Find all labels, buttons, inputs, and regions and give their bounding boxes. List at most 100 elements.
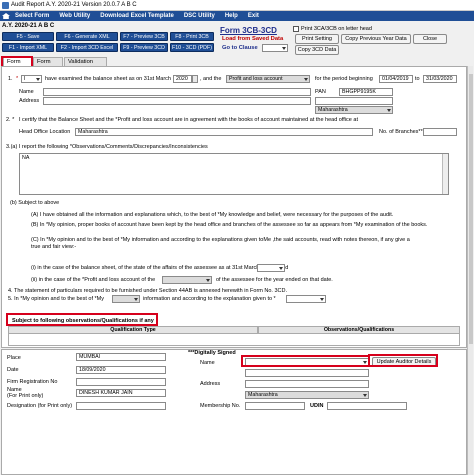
qualifications-grid-body[interactable]: [8, 334, 460, 346]
clause-ii-text: (ii) in the case of the *Profit and loss…: [31, 277, 156, 283]
save-button[interactable]: F5 - Save: [2, 32, 54, 41]
section5-select-2[interactable]: [286, 295, 326, 303]
section2-text: I certify that the Balance Sheet and the…: [19, 117, 358, 123]
period-to-label: to: [415, 76, 420, 82]
balance-year-input[interactable]: 2020: [173, 75, 192, 83]
membership-label: Membership No.: [200, 403, 241, 409]
clause-ii-tail: of the assessee for the year ended on th…: [216, 277, 333, 283]
year-spinner[interactable]: [192, 75, 198, 83]
auditor-address-label: Address: [200, 381, 221, 387]
date-label: Date: [7, 367, 19, 373]
pan-input[interactable]: BHGPP9195K: [339, 88, 393, 96]
menu-web-utility[interactable]: Web Utility: [54, 11, 95, 21]
clause-a-text: (A) I have obtained all the information …: [31, 212, 394, 218]
udin-input[interactable]: [327, 402, 407, 410]
form-3cb-panel: 1. * I have examined the balance sheet a…: [1, 66, 467, 348]
menu-help[interactable]: Help: [220, 11, 243, 21]
auditor-address-input[interactable]: [245, 380, 369, 388]
chevron-down-icon: [320, 298, 324, 301]
chevron-down-icon: [304, 78, 308, 81]
go-to-clause-select[interactable]: [262, 44, 288, 52]
chevron-down-icon: [282, 47, 286, 50]
date-input[interactable]: 18/09/2020: [76, 366, 166, 374]
period-to-input[interactable]: 31/03/2020: [423, 75, 457, 83]
place-input[interactable]: MUMBAI: [76, 353, 166, 361]
chevron-down-icon: [36, 78, 40, 81]
section5-text-a: 5. In *My opinion and to the best of *My: [8, 296, 105, 302]
chevron-down-icon: [134, 298, 138, 301]
menu-bar: Select Form Web Utility Download Excel T…: [0, 11, 474, 21]
preview-3cb-button[interactable]: F7 - Preview 3CB: [120, 32, 168, 41]
designation-input[interactable]: [76, 402, 166, 410]
load-saved-data-link[interactable]: Load from Saved Data: [222, 36, 283, 42]
frn-label: Firm Registration No: [7, 379, 58, 385]
print-name-input[interactable]: DINESH KUMAR JAIN: [76, 389, 166, 397]
scrollbar-thumb[interactable]: [469, 74, 473, 344]
section5-text-b: information and according to the explana…: [143, 296, 276, 302]
chevron-down-icon: [363, 394, 367, 397]
assessee-name-input[interactable]: [43, 88, 311, 96]
letterhead-checkbox[interactable]: [293, 26, 299, 32]
copy-3cd-button[interactable]: Copy 3CD Data: [295, 45, 339, 55]
subject-above-label: (b) Subject to above: [10, 200, 60, 206]
branches-input[interactable]: [423, 128, 457, 136]
assessment-year-label: A.Y. 2020-21 A B C: [2, 23, 55, 29]
clause-c-text: (C) In *My opinion and to the best of *M…: [31, 237, 410, 243]
menu-download-template[interactable]: Download Excel Template: [95, 11, 179, 21]
period-from-input[interactable]: 01/04/2019: [379, 75, 413, 83]
head-office-input[interactable]: Maharashtra: [75, 128, 373, 136]
window-title: Audit Report A.Y. 2020-21 Version 20.0.7…: [11, 2, 137, 8]
observations-textarea[interactable]: NA: [19, 153, 449, 195]
auditor-extra-input[interactable]: [245, 369, 369, 377]
chevron-down-icon: [206, 279, 210, 282]
statement-type-select[interactable]: Profit and loss account: [226, 75, 310, 83]
print-name-label: Name (For Print only): [7, 387, 44, 399]
go-to-clause-label: Go to Clause: [222, 45, 258, 51]
branches-label: No. of Branches**: [379, 129, 423, 135]
textarea-scrollbar[interactable]: [442, 154, 448, 194]
window-titlebar: Audit Report A.Y. 2020-21 Version 20.0.7…: [0, 0, 474, 11]
auditor-name-highlight: [241, 355, 370, 367]
form-title: Form 3CB-3CD: [220, 26, 277, 35]
clause-b-text: (B) In *My opinion, proper books of acco…: [31, 222, 428, 228]
menu-exit[interactable]: Exit: [243, 11, 264, 21]
section1-text-b: , and the: [200, 76, 222, 82]
app-icon: [2, 2, 9, 9]
generate-xml-button[interactable]: F6 - Generate XML: [56, 32, 118, 41]
head-office-label: Head Office Location: [19, 129, 71, 135]
menu-select-form[interactable]: Select Form: [10, 11, 54, 21]
clause-i-select[interactable]: [257, 264, 285, 272]
state-select[interactable]: Maharashtra: [315, 106, 393, 114]
qualification-type-header: Qualification Type: [8, 326, 258, 334]
membership-input[interactable]: [245, 402, 305, 410]
import-xml-button[interactable]: F1 - Import XML: [2, 43, 54, 52]
update-auditor-highlight: [368, 354, 438, 367]
import-3cd-excel-button[interactable]: F2 - Import 3CD Excel: [56, 43, 118, 52]
section1-required-mark: *: [16, 76, 19, 82]
address-extra-input[interactable]: [315, 97, 393, 105]
designation-label: Designation (for Print only): [7, 403, 73, 409]
print-3cb-button[interactable]: F8 - Print 3CB: [170, 32, 214, 41]
preview-3cd-button[interactable]: F9 - Preview 3CD: [120, 43, 168, 52]
home-icon[interactable]: [2, 13, 10, 19]
pdf-3cd-button[interactable]: F10 - 3CD (PDF): [170, 43, 214, 52]
observations-header: Observations/Qualifications: [258, 326, 460, 334]
section5-select[interactable]: [112, 295, 140, 303]
frn-input[interactable]: [76, 378, 166, 386]
clause-ii-select[interactable]: [162, 276, 212, 284]
pronoun-select[interactable]: I: [21, 75, 42, 83]
chevron-down-icon: [279, 267, 283, 270]
pan-label: PAN: [315, 89, 326, 95]
auditor-state-select[interactable]: Maharashtra: [245, 391, 369, 399]
print-setting-button[interactable]: Print Setting: [295, 34, 339, 44]
copy-previous-year-button[interactable]: Copy Previous Year Data: [341, 34, 411, 44]
menu-dsc-utility[interactable]: DSC Utility: [179, 11, 220, 21]
section1-text-a: have examined the balance sheet as on 31…: [45, 76, 171, 82]
qualifications-highlight: [6, 313, 158, 326]
chevron-down-icon: [387, 109, 391, 112]
close-button[interactable]: Close: [413, 34, 447, 44]
section4-text: 4. The statement of particulars required…: [8, 288, 288, 294]
address-input[interactable]: [43, 97, 311, 105]
clause-c-text-2: true and fair view:-: [31, 244, 77, 250]
main-scrollbar[interactable]: [467, 66, 473, 475]
